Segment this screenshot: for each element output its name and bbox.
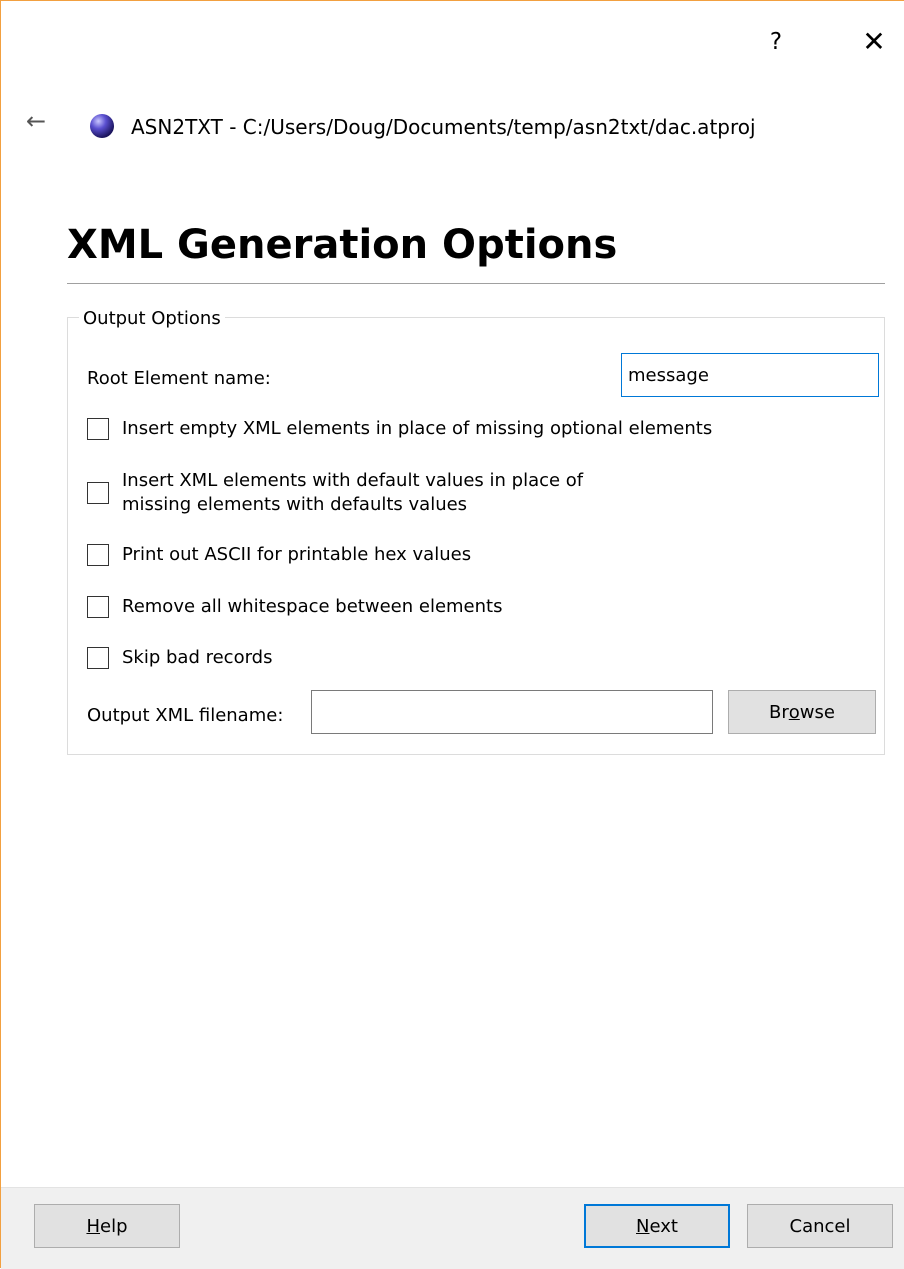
checkbox-label: Insert XML elements with default values …: [122, 470, 584, 515]
checkbox-label: Remove all whitespace between elements: [122, 596, 503, 617]
checkbox-print-ascii[interactable]: Print out ASCII for printable hex values: [87, 543, 471, 567]
checkbox[interactable]: [87, 418, 109, 440]
window-title: ASN2TXT - C:/Users/Doug/Documents/temp/a…: [131, 115, 756, 139]
browse-button[interactable]: Br o wse: [728, 690, 876, 734]
next-button[interactable]: Next: [584, 1204, 730, 1248]
checkbox[interactable]: [87, 544, 109, 566]
checkbox[interactable]: [87, 596, 109, 618]
output-options-legend: Output Options: [79, 307, 225, 331]
wizard-window: ? ✕ ← ASN2TXT - C:/Users/Doug/Documents/…: [0, 0, 904, 1269]
checkbox-insert-default-values[interactable]: Insert XML elements with default values …: [87, 469, 583, 517]
cancel-button[interactable]: Cancel: [747, 1204, 893, 1248]
checkbox[interactable]: [87, 647, 109, 669]
checkbox-skip-bad-records[interactable]: Skip bad records: [87, 646, 272, 670]
help-button[interactable]: Help: [34, 1204, 180, 1248]
next-mnemonic: N: [636, 1215, 650, 1237]
help-question-button[interactable]: ?: [764, 25, 788, 59]
checkbox-insert-empty-elements[interactable]: Insert empty XML elements in place of mi…: [87, 417, 712, 441]
globe-icon: [90, 114, 114, 138]
browse-mnemonic: o: [788, 701, 800, 723]
browse-label-pre: Br: [769, 701, 789, 723]
next-label-rest: ext: [649, 1215, 678, 1237]
checkbox-label: Print out ASCII for printable hex values: [122, 544, 472, 565]
output-filename-label: Output XML filename:: [87, 705, 284, 726]
root-element-label: Root Element name:: [87, 368, 271, 389]
help-mnemonic: H: [86, 1215, 101, 1237]
close-button[interactable]: ✕: [857, 25, 891, 59]
browse-label-post: wse: [799, 701, 835, 723]
title-divider: [67, 283, 885, 284]
page-title: XML Generation Options: [67, 222, 618, 268]
help-label-rest: elp: [100, 1215, 128, 1237]
output-filename-input[interactable]: [311, 690, 713, 734]
root-element-input[interactable]: [621, 353, 879, 397]
cancel-label: Cancel: [789, 1215, 851, 1237]
checkbox-label: Insert empty XML elements in place of mi…: [122, 418, 713, 439]
back-arrow-icon[interactable]: ←: [21, 106, 51, 136]
checkbox-remove-whitespace[interactable]: Remove all whitespace between elements: [87, 595, 502, 619]
checkbox[interactable]: [87, 482, 109, 504]
checkbox-label: Skip bad records: [122, 647, 273, 668]
